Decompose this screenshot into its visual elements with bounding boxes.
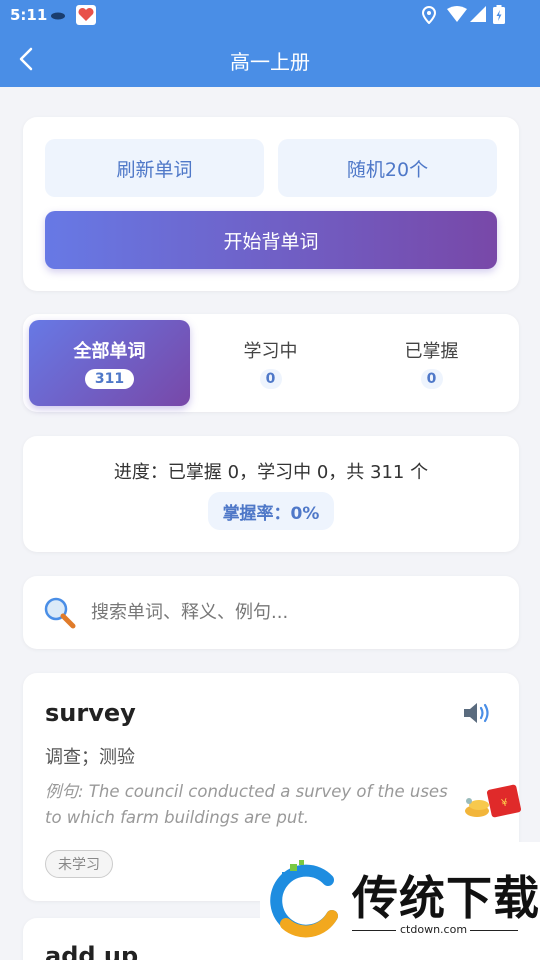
- refresh-words-button[interactable]: 刷新单词: [45, 139, 264, 197]
- health-app-notification-icon: [76, 5, 96, 25]
- cloud-notification-icon: [51, 12, 65, 20]
- status-time: 5:11: [10, 6, 48, 24]
- watermark-divider: [470, 930, 518, 931]
- watermark-divider: [352, 930, 396, 931]
- action-card: 刷新单词 随机20个 开始背单词: [23, 117, 519, 291]
- search-icon: [44, 597, 76, 629]
- filter-tabs: 全部单词 311 学习中 0 已掌握 0: [23, 314, 519, 412]
- mastery-rate-badge: 掌握率：0%: [208, 492, 334, 530]
- watermark-brand: 传统下载: [352, 871, 540, 925]
- page-title: 高一上册: [230, 50, 310, 74]
- search-bar: [23, 576, 519, 649]
- search-input[interactable]: [91, 594, 491, 630]
- status-bar: 5:11: [0, 0, 540, 30]
- start-memorize-button[interactable]: 开始背单词: [45, 211, 497, 269]
- tab-count-badge: 0: [259, 369, 282, 389]
- tab-label: 已掌握: [404, 341, 459, 362]
- tab-label: 学习中: [243, 341, 298, 362]
- red-envelope-icon[interactable]: ¥: [463, 781, 525, 821]
- cell-signal-icon: [470, 6, 486, 22]
- tab-label: 全部单词: [73, 341, 146, 362]
- random-20-button[interactable]: 随机20个: [278, 139, 497, 197]
- tab-count-badge: 311: [84, 369, 135, 389]
- watermark-url: ctdown.com: [400, 923, 468, 936]
- tab-all-words[interactable]: 全部单词 311: [29, 320, 190, 406]
- word-meaning: 调查；测验: [45, 747, 135, 768]
- word-text: survey: [45, 699, 136, 727]
- word-text: add up: [45, 942, 139, 960]
- tab-count-badge: 0: [420, 369, 443, 389]
- battery-icon: [493, 5, 505, 24]
- site-watermark: 传统下载 ctdown.com: [260, 842, 540, 960]
- progress-summary: 进度：已掌握 0，学习中 0，共 311 个: [113, 462, 429, 483]
- wifi-icon: [447, 6, 467, 22]
- app-bar: 高一上册: [0, 30, 540, 87]
- tab-mastered[interactable]: 已掌握 0: [351, 320, 512, 406]
- status-badge: 未学习: [45, 850, 113, 878]
- progress-card: 进度：已掌握 0，学习中 0，共 311 个 掌握率：0%: [23, 436, 519, 552]
- word-example: 例句: The council conducted a survey of th…: [45, 782, 448, 827]
- tab-learning[interactable]: 学习中 0: [190, 320, 351, 406]
- location-icon: [421, 6, 437, 24]
- ctdown-logo-icon: [270, 860, 338, 938]
- speaker-icon[interactable]: [461, 699, 493, 727]
